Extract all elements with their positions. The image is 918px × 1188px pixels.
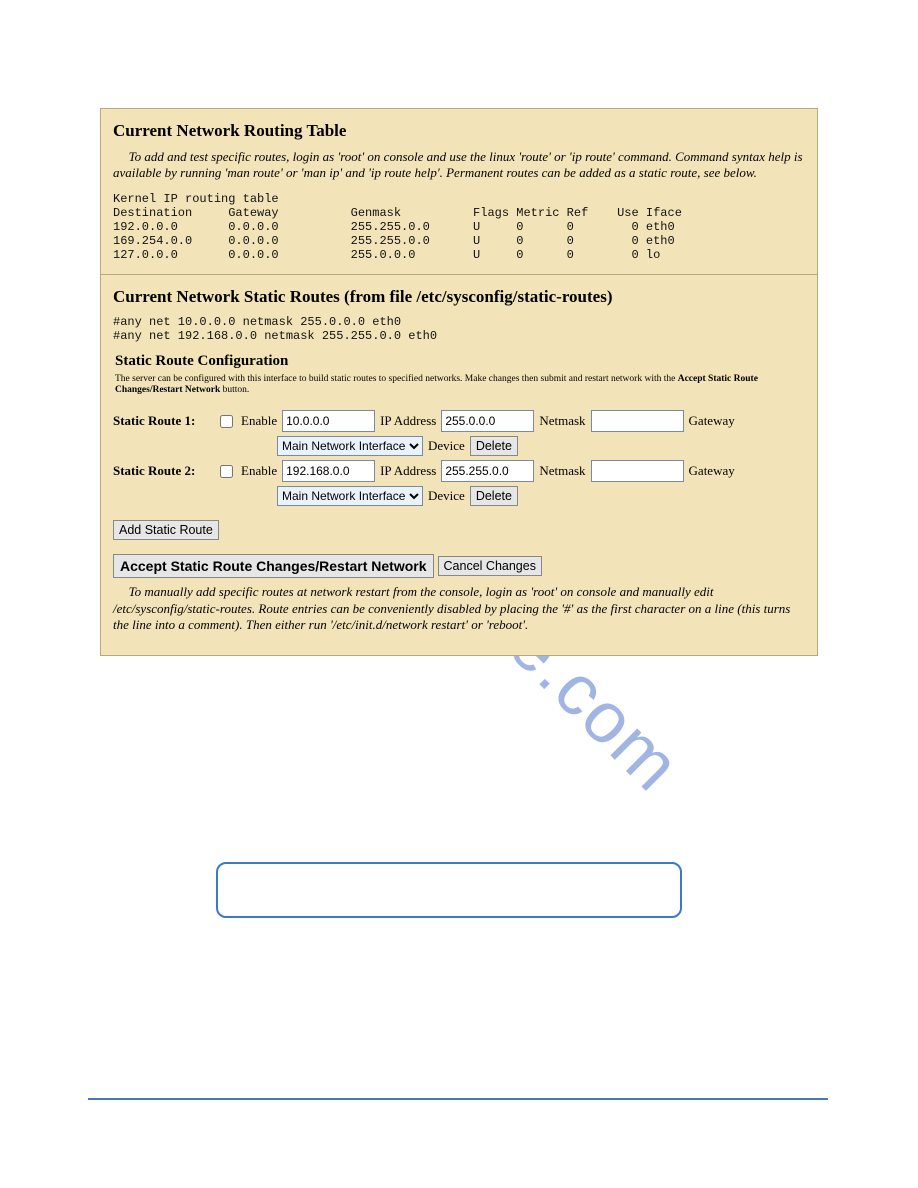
- static-route-row-2b: Main Network Interface Device Delete: [277, 486, 805, 506]
- route1-device-select[interactable]: Main Network Interface: [277, 436, 423, 456]
- config-footnote: To manually add specific routes at netwo…: [113, 584, 805, 633]
- device-label-2: Device: [428, 488, 465, 504]
- route2-enable-checkbox[interactable]: [220, 465, 233, 478]
- config-description: The server can be configured with this i…: [115, 374, 803, 397]
- gateway-label: Gateway: [689, 413, 735, 429]
- route2-delete-button[interactable]: Delete: [470, 486, 518, 506]
- static-routes-title: Current Network Static Routes (from file…: [113, 287, 805, 307]
- routing-title: Current Network Routing Table: [113, 121, 805, 141]
- config-desc-c: button.: [220, 385, 249, 395]
- accept-restart-button[interactable]: Accept Static Route Changes/Restart Netw…: [113, 554, 434, 578]
- route1-label: Static Route 1:: [113, 413, 211, 429]
- static-routes-section: Current Network Static Routes (from file…: [101, 275, 817, 656]
- route1-gateway-input[interactable]: [591, 410, 684, 432]
- route2-gateway-input[interactable]: [591, 460, 684, 482]
- enable-label: Enable: [241, 413, 277, 429]
- routing-intro: To add and test specific routes, login a…: [113, 149, 805, 182]
- route2-ip-input[interactable]: [282, 460, 375, 482]
- route2-netmask-input[interactable]: [441, 460, 534, 482]
- gateway-label-2: Gateway: [689, 463, 735, 479]
- netmask-label-2: Netmask: [539, 463, 585, 479]
- static-routes-output: #any net 10.0.0.0 netmask 255.0.0.0 eth0…: [113, 315, 805, 343]
- route1-netmask-input[interactable]: [441, 410, 534, 432]
- static-route-row-1b: Main Network Interface Device Delete: [277, 436, 805, 456]
- highlight-callout-box: [216, 862, 682, 918]
- route2-device-select[interactable]: Main Network Interface: [277, 486, 423, 506]
- route1-ip-input[interactable]: [282, 410, 375, 432]
- cancel-changes-button[interactable]: Cancel Changes: [438, 556, 542, 576]
- route1-enable-checkbox[interactable]: [220, 415, 233, 428]
- static-route-row-1: Static Route 1: Enable IP Address Netmas…: [113, 410, 805, 432]
- route2-label: Static Route 2:: [113, 463, 211, 479]
- netmask-label: Netmask: [539, 413, 585, 429]
- routing-table-output: Kernel IP routing table Destination Gate…: [113, 192, 805, 262]
- config-desc-a: The server can be configured with this i…: [115, 374, 678, 384]
- footer-rule: [88, 1098, 828, 1100]
- ip-label: IP Address: [380, 413, 436, 429]
- device-label: Device: [428, 438, 465, 454]
- route1-delete-button[interactable]: Delete: [470, 436, 518, 456]
- config-title: Static Route Configuration: [115, 353, 805, 370]
- routing-table-section: Current Network Routing Table To add and…: [101, 109, 817, 275]
- static-route-row-2: Static Route 2: Enable IP Address Netmas…: [113, 460, 805, 482]
- config-panel: Current Network Routing Table To add and…: [100, 108, 818, 656]
- enable-label-2: Enable: [241, 463, 277, 479]
- ip-label-2: IP Address: [380, 463, 436, 479]
- add-static-route-button[interactable]: Add Static Route: [113, 520, 219, 540]
